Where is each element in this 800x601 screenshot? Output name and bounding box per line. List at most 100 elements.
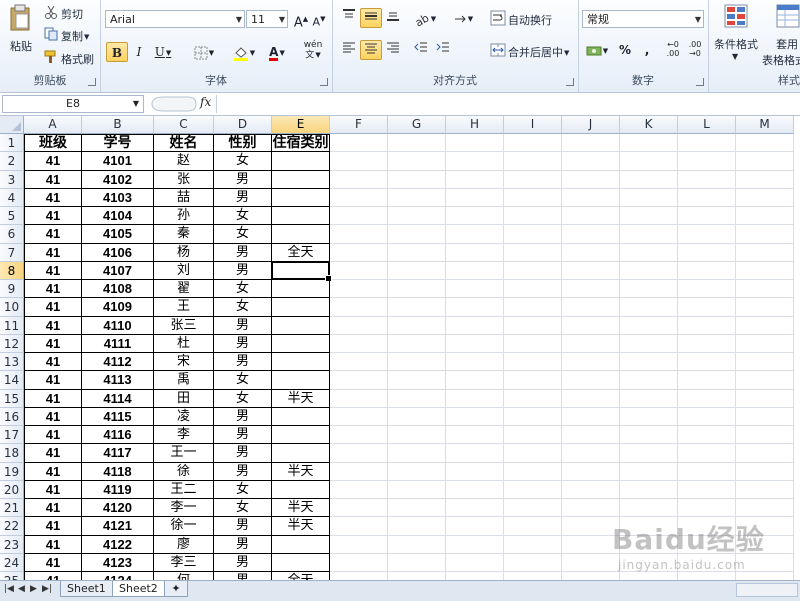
cell-g6[interactable] [388, 225, 446, 244]
cell-a19[interactable]: 41 [24, 462, 82, 481]
cell-c4[interactable]: 喆 [154, 188, 214, 207]
cell-a7[interactable]: 41 [24, 243, 82, 262]
cell-b11[interactable]: 4110 [82, 316, 154, 335]
cell-k5[interactable] [620, 207, 678, 226]
cell-d9[interactable]: 女 [214, 280, 272, 299]
cell-m3[interactable] [736, 170, 794, 189]
cell-k9[interactable] [620, 280, 678, 299]
cell-m4[interactable] [736, 188, 794, 207]
cell-f3[interactable] [330, 170, 388, 189]
cell-g2[interactable] [388, 152, 446, 171]
cell-l12[interactable] [678, 334, 736, 353]
cell-c25[interactable]: 何 [154, 572, 214, 580]
cell-e22[interactable]: 半天 [272, 517, 330, 536]
cell-h6[interactable] [446, 225, 504, 244]
cell-g3[interactable] [388, 170, 446, 189]
cell-d14[interactable]: 女 [214, 371, 272, 390]
cell-m15[interactable] [736, 389, 794, 408]
cell-m21[interactable] [736, 499, 794, 518]
cell-c23[interactable]: 廖 [154, 535, 214, 554]
row-header[interactable]: 4 [0, 188, 24, 207]
cell-i5[interactable] [504, 207, 562, 226]
cell-i19[interactable] [504, 462, 562, 481]
paste-icon[interactable] [8, 4, 32, 32]
cell-h16[interactable] [446, 407, 504, 426]
cell-m17[interactable] [736, 426, 794, 445]
cell-h13[interactable] [446, 353, 504, 372]
cell-k3[interactable] [620, 170, 678, 189]
cell-d1[interactable]: 性别 [214, 134, 272, 153]
cell-b12[interactable]: 4111 [82, 334, 154, 353]
cell-d17[interactable]: 男 [214, 426, 272, 445]
cell-k8[interactable] [620, 261, 678, 280]
cell-l14[interactable] [678, 371, 736, 390]
cell-j8[interactable] [562, 261, 620, 280]
cell-i3[interactable] [504, 170, 562, 189]
cell-f18[interactable] [330, 444, 388, 463]
cell-i22[interactable] [504, 517, 562, 536]
cell-c15[interactable]: 田 [154, 389, 214, 408]
cell-h22[interactable] [446, 517, 504, 536]
cell-g16[interactable] [388, 407, 446, 426]
cell-a24[interactable]: 41 [24, 553, 82, 572]
cell-h12[interactable] [446, 334, 504, 353]
cell-g11[interactable] [388, 316, 446, 335]
cell-a8[interactable]: 41 [24, 261, 82, 280]
cut-button[interactable]: 剪切 [61, 6, 83, 22]
cell-l18[interactable] [678, 444, 736, 463]
cell-f2[interactable] [330, 152, 388, 171]
cell-e6[interactable] [272, 225, 330, 244]
cell-e9[interactable] [272, 280, 330, 299]
cell-a21[interactable]: 41 [24, 499, 82, 518]
cell-h10[interactable] [446, 298, 504, 317]
shrink-font-icon[interactable]: A▼ [308, 9, 330, 29]
cell-d18[interactable]: 男 [214, 444, 272, 463]
alignment-launcher-icon[interactable] [566, 78, 574, 86]
cell-m2[interactable] [736, 152, 794, 171]
cell-e20[interactable] [272, 480, 330, 499]
cell-l6[interactable] [678, 225, 736, 244]
cell-c22[interactable]: 徐一 [154, 517, 214, 536]
cell-l16[interactable] [678, 407, 736, 426]
cell-f7[interactable] [330, 243, 388, 262]
row-header[interactable]: 6 [0, 225, 24, 244]
cell-k18[interactable] [620, 444, 678, 463]
column-header-d[interactable]: D [214, 116, 272, 134]
cell-c21[interactable]: 李一 [154, 499, 214, 518]
cell-e17[interactable] [272, 426, 330, 445]
conditional-format-dropdown-icon[interactable]: ▼ [732, 52, 738, 61]
row-header[interactable]: 23 [0, 535, 24, 554]
cell-j5[interactable] [562, 207, 620, 226]
cell-l11[interactable] [678, 316, 736, 335]
cell-d7[interactable]: 男 [214, 243, 272, 262]
cell-m19[interactable] [736, 462, 794, 481]
cell-c12[interactable]: 杜 [154, 334, 214, 353]
cell-j2[interactable] [562, 152, 620, 171]
cell-l4[interactable] [678, 188, 736, 207]
formula-input[interactable] [216, 95, 800, 113]
cell-a15[interactable]: 41 [24, 389, 82, 408]
cell-m11[interactable] [736, 316, 794, 335]
cell-f24[interactable] [330, 553, 388, 572]
cell-d13[interactable]: 男 [214, 353, 272, 372]
cell-i11[interactable] [504, 316, 562, 335]
cell-b10[interactable]: 4109 [82, 298, 154, 317]
cell-b8[interactable]: 4107 [82, 261, 154, 280]
decrease-indent-icon[interactable] [410, 40, 432, 60]
cell-f13[interactable] [330, 353, 388, 372]
cell-e24[interactable] [272, 553, 330, 572]
cell-f4[interactable] [330, 188, 388, 207]
cell-a16[interactable]: 41 [24, 407, 82, 426]
decrease-decimal-icon[interactable]: .00 →0 [684, 40, 706, 60]
cell-a14[interactable]: 41 [24, 371, 82, 390]
cell-h9[interactable] [446, 280, 504, 299]
cell-f19[interactable] [330, 462, 388, 481]
conditional-format-button[interactable]: 条件格式 [714, 36, 758, 52]
cell-g24[interactable] [388, 553, 446, 572]
cell-l10[interactable] [678, 298, 736, 317]
paste-button[interactable]: 粘贴 [10, 38, 32, 54]
font-color-icon[interactable]: A▼ [262, 42, 292, 62]
cell-g7[interactable] [388, 243, 446, 262]
italic-button[interactable]: I [128, 42, 150, 62]
column-header-a[interactable]: A [24, 116, 82, 134]
